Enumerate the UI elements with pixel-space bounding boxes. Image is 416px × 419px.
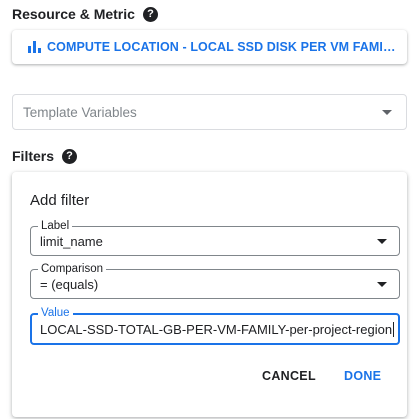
done-button[interactable]: DONE — [338, 365, 387, 387]
value-field-label: Value — [38, 306, 73, 320]
selected-metric-text: COMPUTE LOCATION - LOCAL SSD DISK PER VM… — [47, 40, 402, 54]
chevron-down-icon — [382, 110, 392, 115]
help-icon[interactable]: ? — [62, 148, 78, 164]
filters-title: Filters ? — [12, 148, 78, 164]
template-variables-select[interactable]: Template Variables — [12, 94, 407, 130]
value-field-value: LOCAL-SSD-TOTAL-GB-PER-VM-FAMILY-per-pro… — [40, 322, 393, 337]
bar-chart-icon — [28, 41, 41, 53]
add-filter-card: Add filter Label limit_name Comparison =… — [12, 172, 407, 417]
chevron-down-icon — [377, 239, 387, 244]
chevron-down-icon — [377, 282, 387, 287]
comparison-select[interactable]: Comparison = (equals) — [30, 262, 400, 299]
filters-title-text: Filters — [12, 148, 55, 164]
resource-metric-title: Resource & Metric ? — [12, 6, 158, 22]
value-field-text: LOCAL-SSD-TOTAL-GB-PER-VM-FAMILY-per-pro… — [40, 322, 395, 337]
cancel-button[interactable]: CANCEL — [256, 365, 322, 387]
resource-metric-title-text: Resource & Metric — [12, 6, 135, 22]
label-field-value: limit_name — [40, 234, 103, 249]
value-input[interactable]: Value LOCAL-SSD-TOTAL-GB-PER-VM-FAMILY-p… — [30, 306, 400, 345]
comparison-field-value: = (equals) — [40, 277, 99, 292]
text-cursor — [393, 322, 395, 337]
label-select[interactable]: Label limit_name — [30, 219, 400, 256]
comparison-field-label: Comparison — [38, 262, 106, 276]
add-filter-heading: Add filter — [30, 192, 90, 209]
label-field-label: Label — [38, 219, 73, 233]
help-icon[interactable]: ? — [142, 6, 158, 22]
resource-metric-selector[interactable]: COMPUTE LOCATION - LOCAL SSD DISK PER VM… — [12, 30, 407, 64]
template-variables-placeholder: Template Variables — [23, 104, 137, 120]
